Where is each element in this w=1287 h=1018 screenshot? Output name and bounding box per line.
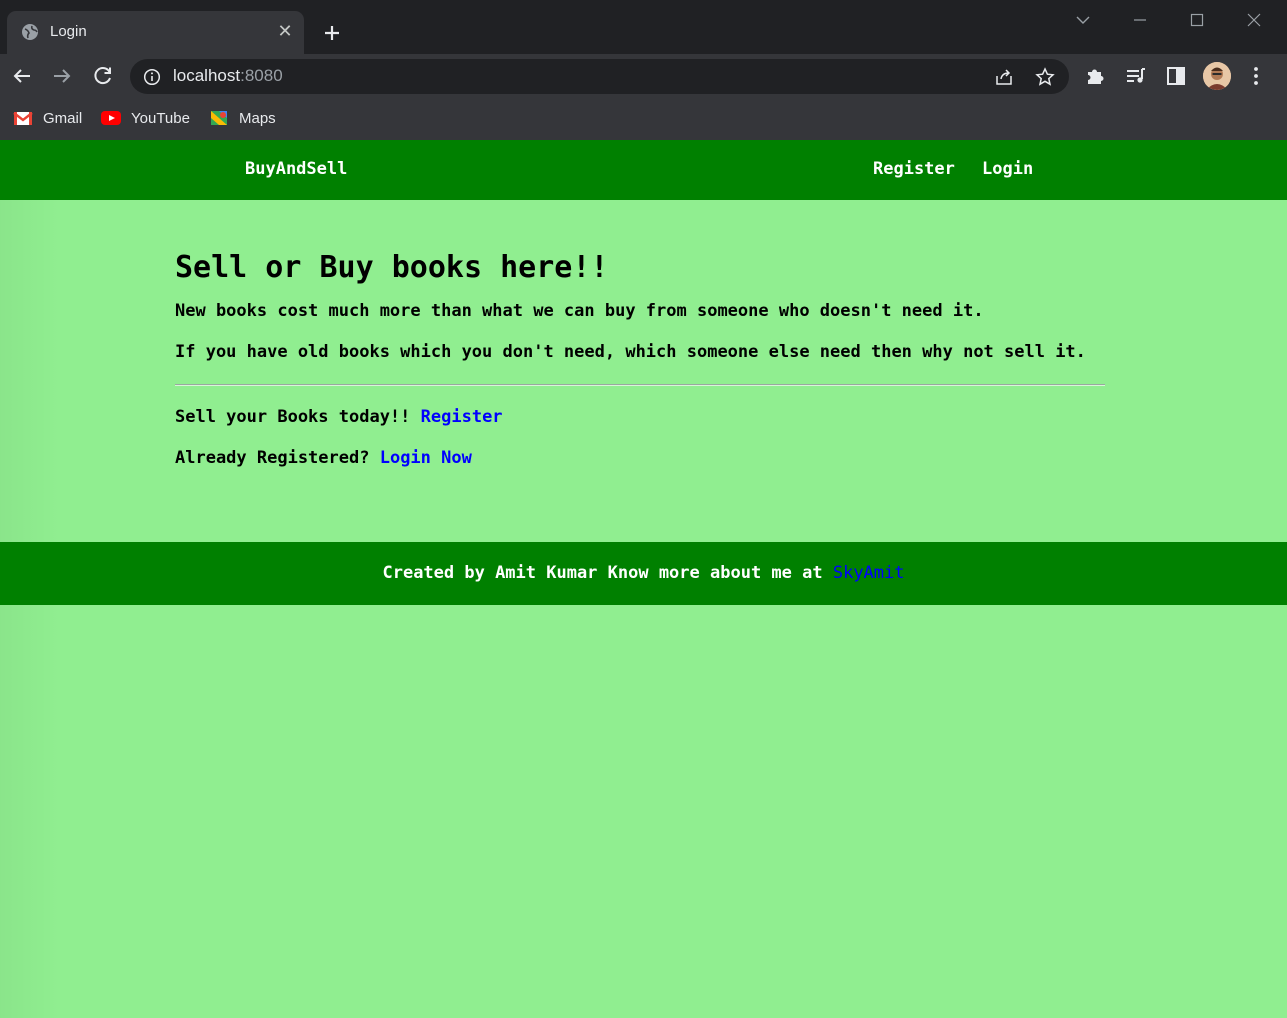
login-cta-text: Already Registered?: [175, 448, 370, 468]
browser-toolbar: localhost:8080: [0, 54, 1287, 100]
tab-title: Login: [50, 23, 87, 40]
bookmark-label: Maps: [239, 109, 276, 127]
reload-icon[interactable]: [91, 64, 115, 88]
bookmark-youtube[interactable]: YouTube: [101, 108, 190, 128]
main-content: Sell or Buy books here!! New books cost …: [175, 248, 1105, 469]
url-port: :8080: [240, 66, 283, 85]
site-info-icon[interactable]: [143, 68, 161, 86]
gmail-icon: [13, 112, 33, 125]
nav-login-link[interactable]: Login: [982, 159, 1033, 179]
back-arrow-icon[interactable]: [10, 64, 34, 88]
profile-avatar[interactable]: [1203, 62, 1231, 90]
globe-icon: [22, 24, 38, 40]
site-brand-link[interactable]: BuyAndSell: [245, 159, 347, 179]
footer-text: Created by Amit Kumar Know more about me…: [382, 563, 904, 583]
bookmark-maps[interactable]: Maps: [209, 108, 276, 128]
browser-tab[interactable]: Login ✕: [7, 11, 304, 54]
tab-search-chevron-icon[interactable]: [1071, 10, 1095, 30]
site-footer: Created by Amit Kumar Know more about me…: [0, 542, 1287, 605]
web-page: BuyAndSell Register Login Sell or Buy bo…: [0, 140, 1287, 1018]
bookmark-gmail[interactable]: Gmail: [13, 108, 82, 128]
tab-strip: Login ✕: [0, 0, 1287, 54]
new-tab-icon[interactable]: [320, 21, 344, 45]
footer-skyamit-link[interactable]: SkyAmit: [833, 563, 905, 583]
content-divider: [175, 384, 1105, 386]
avatar-image-icon: [1203, 62, 1231, 90]
close-window-icon[interactable]: [1242, 10, 1266, 30]
forward-arrow-icon[interactable]: [50, 64, 74, 88]
side-panel-icon[interactable]: [1164, 64, 1188, 88]
bookmark-star-icon[interactable]: [1035, 67, 1055, 87]
sell-cta: Sell your Books today!! Register: [175, 406, 1105, 428]
browser-chrome: Login ✕ localhost:8080 Gmail YouTube Map…: [0, 0, 1287, 140]
maximize-icon[interactable]: [1185, 10, 1209, 30]
footer-credit: Created by Amit Kumar Know more about me…: [382, 563, 823, 583]
page-headline: Sell or Buy books here!!: [175, 250, 609, 285]
more-menu-icon[interactable]: [1244, 64, 1268, 88]
maps-icon: [211, 111, 227, 125]
intro-paragraph: New books cost much more than what we ca…: [175, 301, 984, 321]
login-now-link[interactable]: Login Now: [380, 448, 472, 468]
url-host: localhost: [173, 66, 241, 85]
tab-close-icon[interactable]: ✕: [275, 21, 295, 41]
share-icon[interactable]: [994, 67, 1014, 87]
sell-paragraph: If you have old books which you don't ne…: [175, 342, 1086, 362]
minimize-icon[interactable]: [1128, 10, 1152, 30]
address-bar[interactable]: localhost:8080: [130, 59, 1069, 94]
extensions-puzzle-icon[interactable]: [1084, 64, 1108, 88]
register-link[interactable]: Register: [421, 407, 503, 427]
bookmark-label: Gmail: [43, 109, 83, 127]
youtube-icon: [101, 111, 121, 125]
login-cta: Already Registered? Login Now: [175, 447, 1105, 469]
sell-cta-text: Sell your Books today!!: [175, 407, 411, 427]
bookmarks-bar: Gmail YouTube Maps: [0, 100, 1287, 139]
url-text[interactable]: localhost:8080: [173, 66, 283, 86]
site-navbar: BuyAndSell Register Login: [0, 140, 1287, 200]
nav-register-link[interactable]: Register: [873, 159, 955, 179]
media-queue-icon[interactable]: [1124, 64, 1148, 88]
bookmark-label: YouTube: [131, 109, 190, 127]
